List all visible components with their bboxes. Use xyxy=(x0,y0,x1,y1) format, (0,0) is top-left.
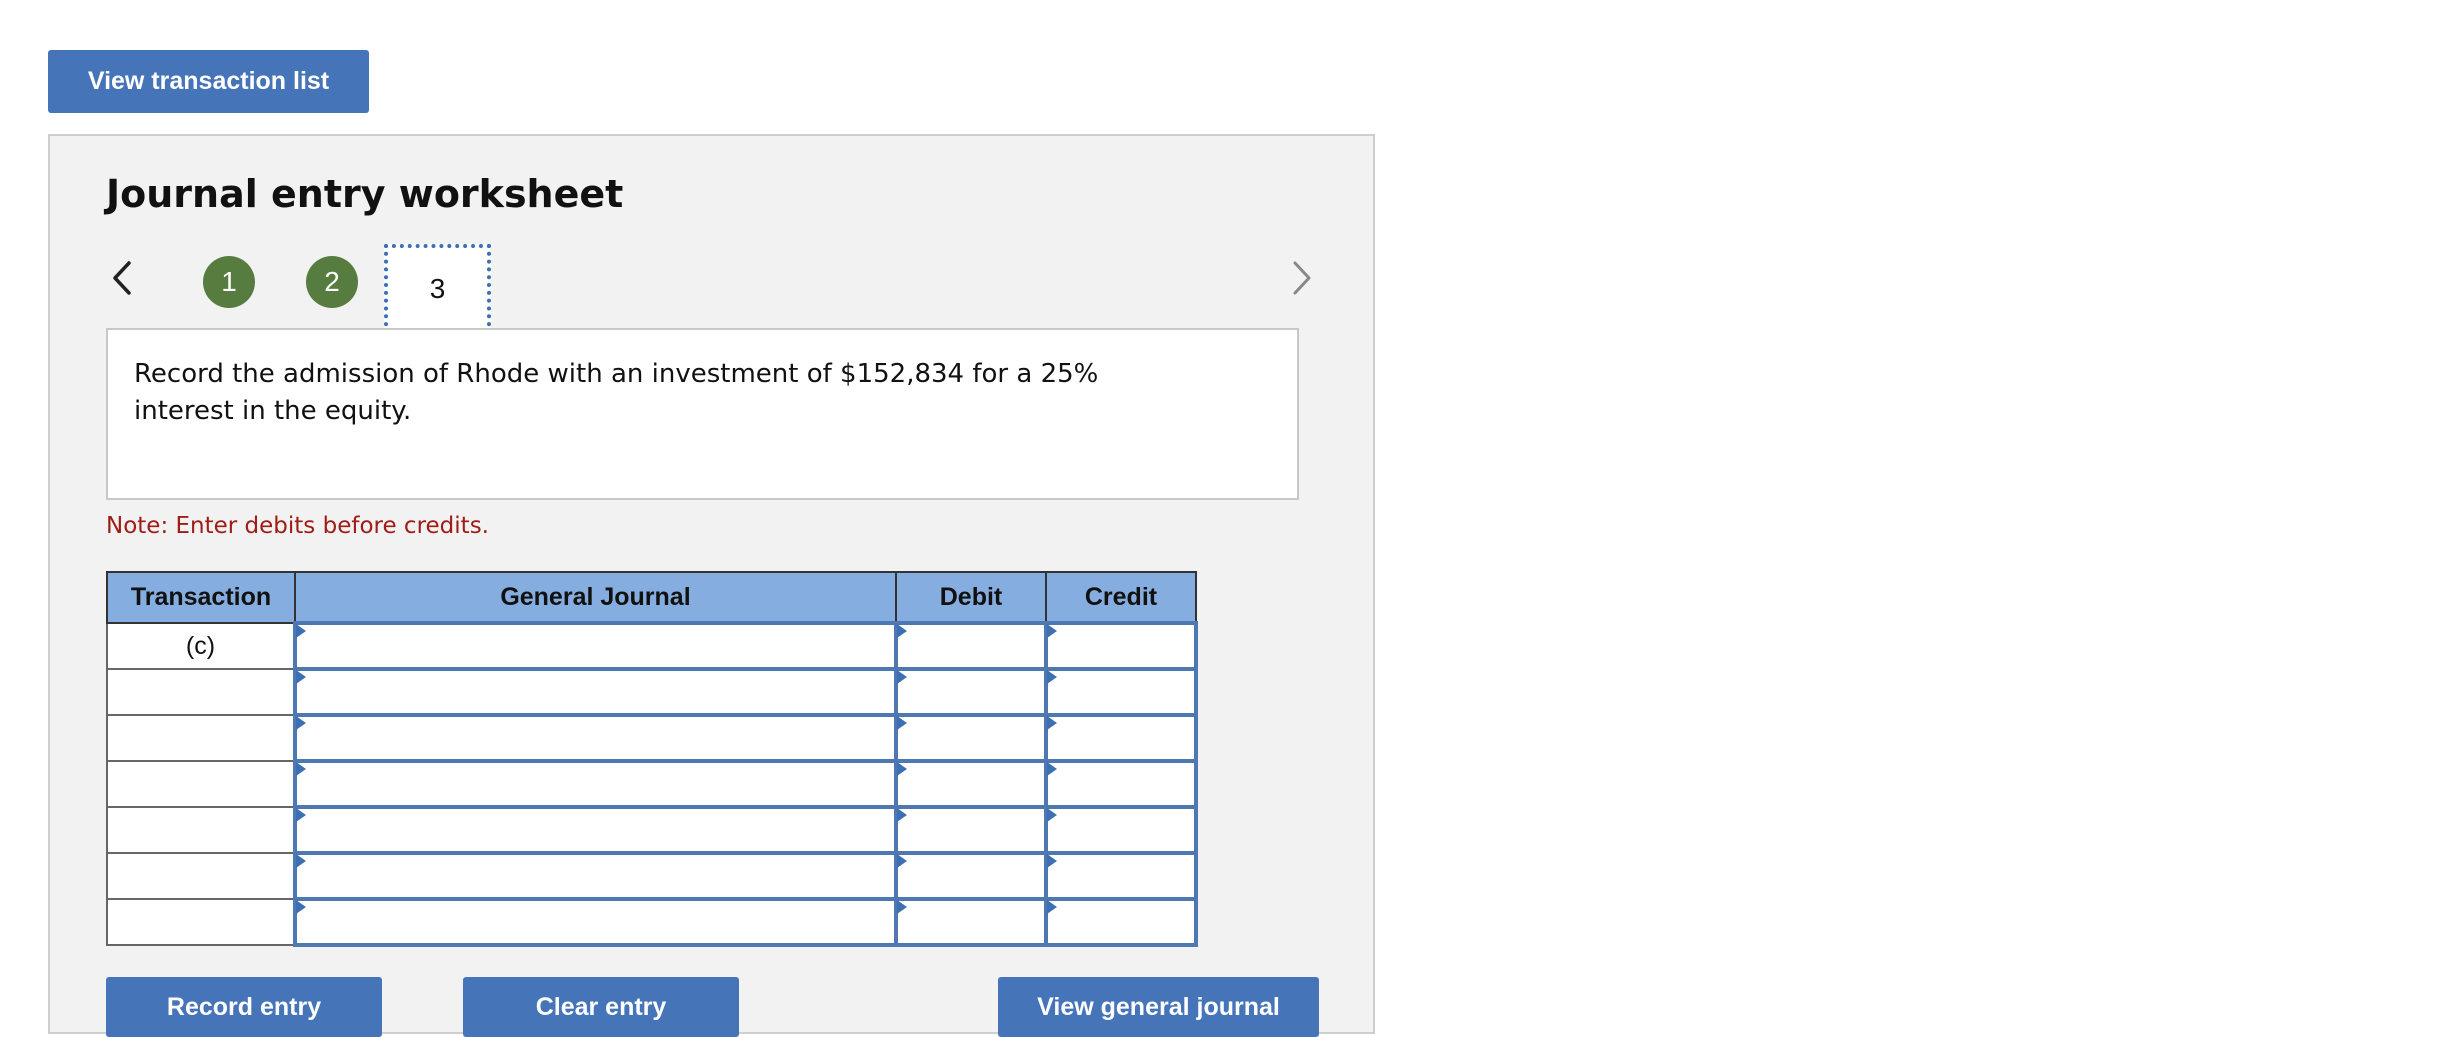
transaction-cell xyxy=(106,806,296,854)
credit-input-cell[interactable] xyxy=(1044,667,1198,717)
entry-note: Note: Enter debits before credits. xyxy=(106,513,489,539)
debit-input-cell[interactable] xyxy=(894,759,1048,809)
account-select-cell[interactable] xyxy=(293,759,898,809)
debit-input-cell[interactable] xyxy=(894,621,1048,671)
table-row xyxy=(106,667,1198,717)
step-3-tab[interactable]: 3 xyxy=(384,244,491,334)
credit-input-cell[interactable] xyxy=(1044,621,1198,671)
account-select-cell[interactable] xyxy=(293,851,898,901)
record-entry-button[interactable]: Record entry xyxy=(106,977,382,1037)
table-row xyxy=(106,897,1198,947)
step-1-tab[interactable]: 1 xyxy=(203,256,255,308)
debit-input-cell[interactable] xyxy=(894,667,1048,717)
clear-entry-button[interactable]: Clear entry xyxy=(463,977,739,1037)
debit-input-cell[interactable] xyxy=(894,897,1048,947)
debit-input-cell[interactable] xyxy=(894,805,1048,855)
worksheet-title: Journal entry worksheet xyxy=(106,172,624,216)
account-select-cell[interactable] xyxy=(293,897,898,947)
account-select-cell[interactable] xyxy=(293,621,898,671)
debit-column-header: Debit xyxy=(895,571,1047,624)
credit-input-cell[interactable] xyxy=(1044,897,1198,947)
table-row xyxy=(106,713,1198,763)
transaction-cell xyxy=(106,760,296,808)
credit-input-cell[interactable] xyxy=(1044,713,1198,763)
account-select-cell[interactable] xyxy=(293,667,898,717)
debit-input-cell[interactable] xyxy=(894,851,1048,901)
table-row xyxy=(106,759,1198,809)
chevron-right-icon[interactable] xyxy=(1282,255,1322,301)
transaction-column-header: Transaction xyxy=(106,571,296,624)
step-2-tab[interactable]: 2 xyxy=(306,256,358,308)
credit-input-cell[interactable] xyxy=(1044,759,1198,809)
table-row: (c) xyxy=(106,621,1198,671)
transaction-cell xyxy=(106,714,296,762)
account-select-cell[interactable] xyxy=(293,805,898,855)
transaction-cell xyxy=(106,898,296,946)
transaction-description: Record the admission of Rhode with an in… xyxy=(134,359,1099,426)
general-journal-column-header: General Journal xyxy=(294,571,897,624)
transaction-cell: (c) xyxy=(106,622,296,670)
view-general-journal-button[interactable]: View general journal xyxy=(998,977,1319,1037)
table-row xyxy=(106,805,1198,855)
account-select-cell[interactable] xyxy=(293,713,898,763)
transaction-cell xyxy=(106,852,296,900)
debit-input-cell[interactable] xyxy=(894,713,1048,763)
table-header-row: Transaction General Journal Debit Credit xyxy=(106,571,1197,624)
chevron-left-icon[interactable] xyxy=(102,255,142,301)
view-transaction-list-button[interactable]: View transaction list xyxy=(48,50,369,113)
credit-column-header: Credit xyxy=(1045,571,1197,624)
table-row xyxy=(106,851,1198,901)
transaction-cell xyxy=(106,668,296,716)
credit-input-cell[interactable] xyxy=(1044,851,1198,901)
journal-entry-table: Transaction General Journal Debit Credit… xyxy=(106,571,1198,947)
credit-input-cell[interactable] xyxy=(1044,805,1198,855)
